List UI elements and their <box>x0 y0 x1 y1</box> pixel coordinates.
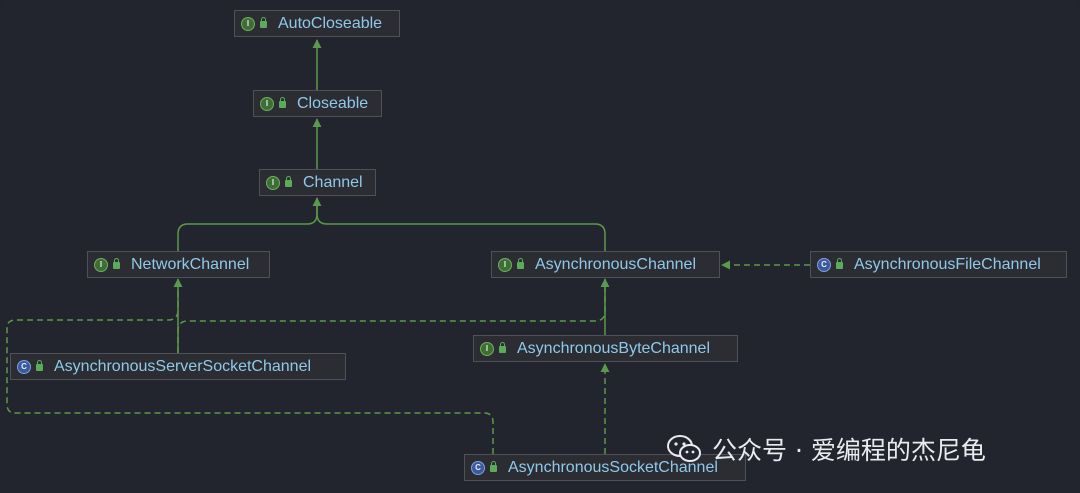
lock-icon <box>36 360 43 371</box>
lock-icon <box>517 258 524 269</box>
node-label: AsynchronousChannel <box>535 255 696 273</box>
node-channel[interactable]: I Channel <box>259 169 376 196</box>
node-label: AsynchronousByteChannel <box>517 339 711 357</box>
edge-asynchronouschannel-channel <box>316 198 606 251</box>
node-asynchronousbytechannel[interactable]: I AsynchronousByteChannel <box>473 335 738 362</box>
lock-icon <box>279 97 286 108</box>
node-autocloseable[interactable]: I AutoCloseable <box>234 10 400 37</box>
lock-icon <box>490 461 497 472</box>
class-icon: C <box>17 359 31 374</box>
node-label: Closeable <box>297 94 369 112</box>
wechat-icon <box>667 435 701 462</box>
node-networkchannel[interactable]: I NetworkChannel <box>87 251 270 278</box>
edge-networkchannel-channel <box>177 197 322 251</box>
node-label: AsynchronousFileChannel <box>854 255 1041 273</box>
class-icon: C <box>471 460 485 475</box>
lock-icon <box>285 176 292 187</box>
interface-icon: I <box>241 16 255 31</box>
node-asynchronouschannel[interactable]: I AsynchronousChannel <box>491 251 720 278</box>
watermark-text: 公众号 · 爱编程的杰尼龟 <box>712 436 986 465</box>
node-asynchronousfilechannel[interactable]: C AsynchronousFileChannel <box>810 251 1067 278</box>
interface-icon: I <box>480 341 494 356</box>
diagram-canvas: I AutoCloseable I Closeable I Channel I … <box>0 0 1080 493</box>
node-asynchronousserversocketchannel[interactable]: C AsynchronousServerSocketChannel <box>10 353 346 380</box>
edges-layer <box>6 39 810 454</box>
lock-icon <box>836 258 843 269</box>
interface-icon: I <box>498 257 512 272</box>
lock-icon <box>113 258 120 269</box>
node-label: AutoCloseable <box>278 14 383 32</box>
lock-icon <box>260 17 267 28</box>
node-closeable[interactable]: I Closeable <box>253 90 382 117</box>
lock-icon <box>499 342 506 353</box>
interface-icon: I <box>260 96 274 111</box>
watermark: 公众号 · 爱编程的杰尼龟 <box>666 432 986 466</box>
interface-icon: I <box>266 175 280 190</box>
node-label: AsynchronousServerSocketChannel <box>54 357 312 375</box>
node-label: Channel <box>303 173 363 191</box>
node-label: NetworkChannel <box>131 255 250 273</box>
interface-icon: I <box>94 257 108 272</box>
class-icon: C <box>817 257 831 272</box>
